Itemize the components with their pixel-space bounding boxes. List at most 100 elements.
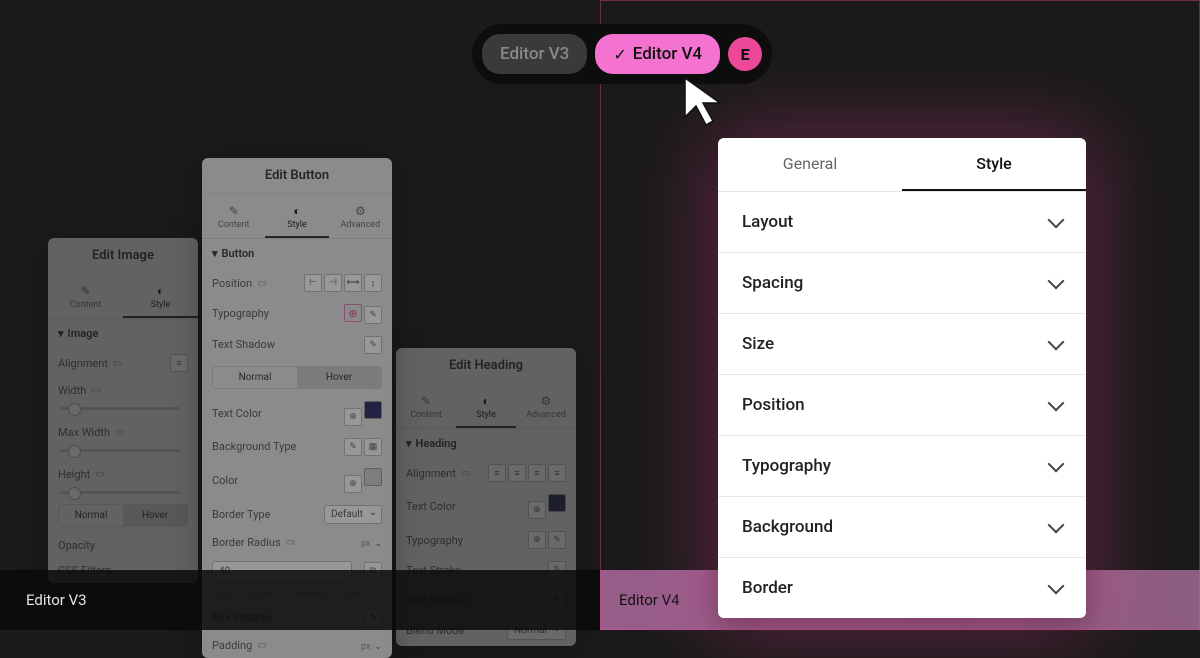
- section-position[interactable]: Position: [718, 375, 1086, 436]
- row-border-type: Border Type Default: [202, 499, 392, 530]
- row-position: Position ▭ ⊢ ⊣ ⟷ ↕: [202, 268, 392, 298]
- v4-style-panel: General Style Layout Spacing Size Positi…: [718, 138, 1086, 618]
- height-slider[interactable]: [60, 491, 180, 494]
- globe-button[interactable]: ⊕: [528, 501, 546, 519]
- toggle-editor-v4[interactable]: ✓ Editor V4: [595, 34, 720, 74]
- pos-left-button[interactable]: ⊢: [304, 274, 322, 292]
- v3-edit-image-panel: Edit Image ✎Content ◐Style ▾ Image Align…: [48, 238, 198, 583]
- edit-button[interactable]: ✎: [364, 336, 382, 354]
- chevron-down-icon: ▾: [58, 327, 64, 340]
- section-heading[interactable]: ▾ Heading: [396, 429, 576, 458]
- section-typography[interactable]: Typography: [718, 436, 1086, 497]
- state-hover[interactable]: Hover: [123, 505, 187, 526]
- row-opacity: Opacity: [48, 533, 198, 558]
- panel-title: Edit Heading: [396, 348, 576, 384]
- contrast-icon: ◐: [265, 204, 328, 218]
- monitor-icon: ▭: [91, 385, 100, 396]
- monitor-icon: ▭: [115, 427, 124, 438]
- panel-title: Edit Image: [48, 238, 198, 274]
- edit-button[interactable]: ✎: [548, 531, 566, 549]
- pos-center-button[interactable]: ⊣: [324, 274, 342, 292]
- tab-style[interactable]: ◐Style: [265, 200, 328, 238]
- check-icon: ✓: [613, 45, 626, 64]
- monitor-icon: ▭: [95, 469, 104, 480]
- row-padding: Padding ▭ px⌄: [202, 633, 392, 658]
- row-text-color: Text Color ⊕: [396, 488, 576, 525]
- chevron-down-icon: ⌄: [374, 539, 382, 549]
- chevron-down-icon: [1048, 395, 1065, 412]
- align-button[interactable]: ≡: [170, 354, 188, 372]
- v4-tabs: General Style: [718, 138, 1086, 192]
- color-swatch[interactable]: [364, 468, 382, 486]
- tab-advanced[interactable]: ⚙Advanced: [329, 200, 392, 238]
- monitor-icon: ▭: [286, 537, 295, 548]
- section-spacing[interactable]: Spacing: [718, 253, 1086, 314]
- globe-button[interactable]: ⊕: [344, 408, 362, 426]
- tab-content[interactable]: ✎Content: [202, 200, 265, 238]
- align-justify-button[interactable]: ≡: [548, 464, 566, 482]
- chevron-down-icon: ▾: [212, 247, 218, 260]
- chevron-down-icon: [1048, 517, 1065, 534]
- pos-right-button[interactable]: ⟷: [344, 274, 362, 292]
- contrast-icon: ◐: [123, 284, 198, 298]
- pos-stretch-button[interactable]: ↕: [364, 274, 382, 292]
- pencil-icon: ✎: [48, 284, 123, 298]
- chevron-down-icon: ▾: [406, 437, 412, 450]
- chevron-down-icon: [1048, 334, 1065, 351]
- globe-button-active[interactable]: ⊕: [344, 304, 362, 322]
- elementor-badge[interactable]: E: [728, 37, 762, 71]
- panel-tabs: ✎Content ◐Style: [48, 274, 198, 319]
- footer-label-v3: Editor V3: [0, 570, 600, 630]
- row-alignment: Alignment ▭ ≡: [48, 348, 198, 378]
- row-bg-type: Background Type ✎▦: [202, 432, 392, 462]
- chevron-down-icon: [1048, 273, 1065, 290]
- toggle-editor-v3[interactable]: Editor V3: [482, 34, 587, 74]
- tab-advanced[interactable]: ⚙Advanced: [516, 390, 576, 428]
- color-swatch[interactable]: [548, 494, 566, 512]
- state-normal[interactable]: Normal: [213, 367, 297, 388]
- monitor-icon: ▭: [257, 640, 266, 651]
- row-border-radius: Border Radius ▭ px⌄: [202, 530, 392, 555]
- globe-button[interactable]: ⊕: [344, 475, 362, 493]
- row-text-color: Text Color ⊕: [202, 395, 392, 432]
- row-color: Color ⊕: [202, 462, 392, 499]
- state-normal[interactable]: Normal: [59, 505, 123, 526]
- pencil-icon: ✎: [202, 204, 265, 218]
- section-border[interactable]: Border: [718, 558, 1086, 618]
- section-button[interactable]: ▾ Button: [202, 239, 392, 268]
- tab-content[interactable]: ✎Content: [48, 280, 123, 318]
- row-height: Height ▭: [48, 462, 198, 487]
- bg-gradient-button[interactable]: ▦: [364, 438, 382, 456]
- border-type-select[interactable]: Default: [324, 505, 382, 524]
- bg-classic-button[interactable]: ✎: [344, 438, 362, 456]
- tab-style[interactable]: ◐Style: [456, 390, 516, 428]
- tab-general[interactable]: General: [718, 138, 902, 191]
- section-background[interactable]: Background: [718, 497, 1086, 558]
- tab-style[interactable]: ◐Style: [123, 280, 198, 318]
- state-tabs: Normal Hover: [58, 504, 188, 527]
- gear-icon: ⚙: [329, 204, 392, 218]
- tab-content[interactable]: ✎Content: [396, 390, 456, 428]
- section-layout[interactable]: Layout: [718, 192, 1086, 253]
- monitor-icon: ▭: [461, 468, 470, 479]
- globe-button[interactable]: ⊕: [528, 531, 546, 549]
- edit-button[interactable]: ✎: [364, 306, 382, 324]
- row-typography: Typography ⊕✎: [396, 525, 576, 555]
- chevron-down-icon: [1048, 212, 1065, 229]
- align-right-button[interactable]: ≡: [528, 464, 546, 482]
- section-image[interactable]: ▾ Image: [48, 319, 198, 348]
- contrast-icon: ◐: [456, 394, 516, 408]
- panel-tabs: ✎Content ◐Style ⚙Advanced: [396, 384, 576, 429]
- row-text-shadow: Text Shadow ✎: [202, 330, 392, 360]
- align-center-button[interactable]: ≡: [508, 464, 526, 482]
- monitor-icon: ▭: [113, 358, 122, 369]
- state-hover[interactable]: Hover: [297, 367, 381, 388]
- tab-style[interactable]: Style: [902, 138, 1086, 191]
- align-left-button[interactable]: ≡: [488, 464, 506, 482]
- color-swatch[interactable]: [364, 401, 382, 419]
- max-width-slider[interactable]: [60, 449, 180, 452]
- cursor-icon: [682, 75, 732, 130]
- width-slider[interactable]: [60, 407, 180, 410]
- section-size[interactable]: Size: [718, 314, 1086, 375]
- monitor-icon: ▭: [257, 278, 266, 289]
